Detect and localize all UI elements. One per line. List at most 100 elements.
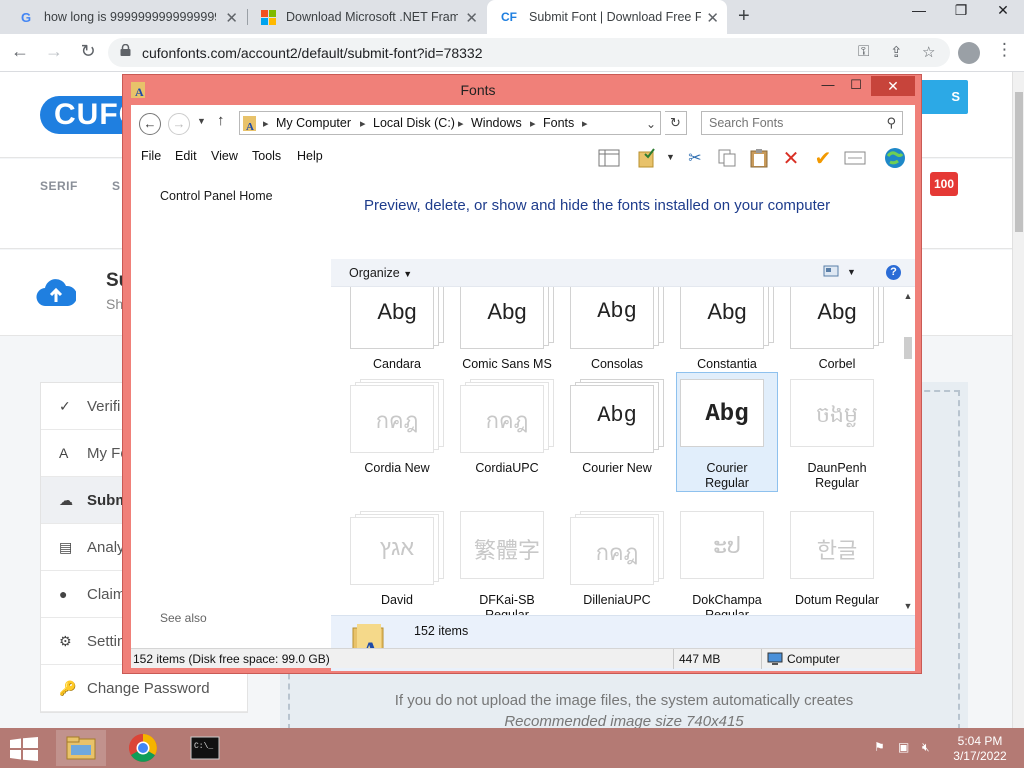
crumb-fonts[interactable]: Fonts: [543, 116, 574, 130]
close-tab-icon[interactable]: ✕: [465, 9, 478, 27]
breadcrumb-bar[interactable]: A ▸ My Computer ▸ Local Disk (C:) ▸ Wind…: [239, 111, 661, 135]
font-item[interactable]: Abg Consolas: [567, 287, 667, 372]
checkmark-icon[interactable]: ✔: [811, 147, 835, 170]
search-box[interactable]: ⚲: [701, 111, 903, 135]
font-item[interactable]: Abg Corbel: [787, 287, 887, 372]
font-item[interactable]: กคฎ Cordia New: [347, 379, 447, 476]
category-s[interactable]: S: [112, 179, 121, 193]
font-item[interactable]: 한글 Dotum Regular: [787, 511, 887, 608]
refresh-button[interactable]: ↻: [665, 111, 687, 135]
window-titlebar[interactable]: A Fonts — ☐ ✕: [123, 75, 921, 103]
copy-icon[interactable]: [715, 147, 739, 169]
taskbar-chrome[interactable]: [118, 730, 168, 766]
font-sample-text: 繁體字: [473, 538, 540, 563]
font-item[interactable]: ចងម្ល DaunPenh Regular: [787, 379, 887, 491]
close-tab-icon[interactable]: ✕: [225, 9, 238, 27]
chrome-menu-icon[interactable]: ⋮: [996, 40, 1013, 60]
font-item[interactable]: אגץ David: [347, 511, 447, 608]
view-dropdown-icon[interactable]: ▼: [847, 267, 856, 277]
delete-icon[interactable]: ✕: [779, 147, 803, 170]
minimize-button[interactable]: —: [813, 77, 843, 97]
category-serif[interactable]: SERIF: [40, 179, 78, 193]
taskbar-cmd[interactable]: C:\_: [180, 730, 230, 766]
font-icon: A: [59, 445, 69, 461]
crumb-local-disk[interactable]: Local Disk (C:): [373, 116, 455, 130]
cut-icon[interactable]: ✂: [683, 147, 707, 169]
bookmark-star-icon[interactable]: ☆: [922, 43, 935, 61]
see-also-label: See also: [160, 611, 207, 625]
forward-arrow-button[interactable]: →: [168, 113, 190, 135]
back-button[interactable]: ←: [8, 41, 32, 62]
up-arrow-icon[interactable]: ↑: [217, 112, 225, 129]
layout-pane-icon[interactable]: [597, 147, 621, 169]
dropdown-arrow-icon[interactable]: ▼: [666, 152, 675, 162]
reload-button[interactable]: ↻: [76, 41, 100, 62]
share-icon[interactable]: ⇪: [890, 43, 903, 61]
back-arrow-button[interactable]: ←: [139, 113, 161, 135]
scrollbar-thumb[interactable]: [904, 337, 912, 359]
close-tab-icon[interactable]: ✕: [706, 9, 719, 27]
address-bar[interactable]: cufonfonts.com/account2/default/submit-f…: [108, 38, 950, 67]
folder-check-icon[interactable]: [635, 147, 659, 169]
tab-google-search[interactable]: G how long is 9999999999999999999 ✕: [6, 0, 246, 34]
search-input[interactable]: [702, 112, 878, 134]
clock-date: 3/17/2022: [953, 749, 1007, 763]
maximize-button[interactable]: ☐: [841, 77, 871, 97]
font-name-label: Constantia: [697, 357, 757, 371]
forward-button[interactable]: →: [42, 41, 66, 62]
search-icon[interactable]: ⚲: [886, 115, 896, 131]
font-item[interactable]: Abg Courier New: [567, 379, 667, 476]
scroll-up-arrow-icon[interactable]: ▲: [901, 291, 915, 301]
font-item[interactable]: Abg Constantia: [677, 287, 777, 372]
menu-file[interactable]: File: [141, 149, 161, 163]
chevron-right-icon: ▸: [458, 118, 464, 130]
globe-icon[interactable]: [883, 147, 907, 169]
crumb-my-computer[interactable]: My Computer: [276, 116, 351, 130]
font-sample-text: Abg: [817, 299, 857, 324]
menu-view[interactable]: View: [211, 149, 238, 163]
font-preview-card: กคฎ: [570, 511, 664, 587]
font-item[interactable]: Abg Comic Sans MS: [457, 287, 557, 372]
action-center-flag-icon[interactable]: ⚑: [874, 740, 885, 754]
key-icon[interactable]: ⚿: [858, 43, 869, 60]
tab-submit-font[interactable]: CF Submit Font | Download Free Fon ✕: [487, 0, 727, 34]
clock[interactable]: 5:04 PM 3/17/2022: [948, 734, 1012, 764]
font-item[interactable]: กคฎ CordiaUPC: [457, 379, 557, 476]
restore-window-button[interactable]: ❐: [946, 2, 976, 19]
font-preview-card: ចងម្ល: [790, 379, 884, 455]
font-item[interactable]: Abg Courier Regular: [676, 372, 778, 492]
network-icon[interactable]: ▣: [898, 740, 909, 754]
scroll-down-arrow-icon[interactable]: ▼: [901, 601, 915, 611]
font-item[interactable]: ະປ DokChampa Regular: [677, 511, 777, 615]
lock-icon: [120, 44, 131, 56]
content-scrollbar[interactable]: ▲ ▼: [901, 287, 915, 615]
profile-avatar[interactable]: [958, 42, 980, 64]
close-window-button[interactable]: ✕: [988, 2, 1018, 19]
font-item[interactable]: กคฎ DilleniaUPC: [567, 511, 667, 608]
start-windows-icon[interactable]: [10, 737, 38, 761]
recent-dropdown-icon[interactable]: ▼: [197, 116, 206, 126]
taskbar-explorer[interactable]: [56, 730, 106, 766]
chevron-down-icon[interactable]: ⌄: [646, 117, 656, 131]
help-icon[interactable]: ?: [886, 265, 901, 280]
organize-button[interactable]: Organize ▼: [349, 266, 412, 280]
volume-muted-icon[interactable]: 🔇︎: [922, 740, 930, 755]
new-tab-button[interactable]: +: [738, 5, 750, 28]
properties-icon[interactable]: [843, 147, 867, 169]
menu-tools[interactable]: Tools: [252, 149, 281, 163]
menu-help[interactable]: Help: [297, 149, 323, 163]
font-sample-text: אגץ: [379, 535, 415, 560]
browser-toolbar: ← → ↻ cufonfonts.com/account2/default/su…: [0, 34, 1024, 72]
crumb-windows[interactable]: Windows: [471, 116, 522, 130]
view-options-icon[interactable]: [823, 264, 839, 281]
page-scrollbar[interactable]: [1012, 72, 1024, 728]
close-button[interactable]: ✕: [871, 76, 915, 96]
minimize-window-button[interactable]: —: [904, 2, 934, 18]
scrollbar-thumb[interactable]: [1015, 92, 1023, 232]
paste-icon[interactable]: [747, 147, 771, 169]
menu-edit[interactable]: Edit: [175, 149, 197, 163]
control-panel-home-link[interactable]: Control Panel Home: [160, 189, 273, 203]
font-item[interactable]: Abg Candara: [347, 287, 447, 372]
font-item[interactable]: 繁體字 DFKai-SB Regular: [457, 511, 557, 615]
tab-dotnet-download[interactable]: Download Microsoft .NET Framew ✕: [248, 0, 486, 34]
